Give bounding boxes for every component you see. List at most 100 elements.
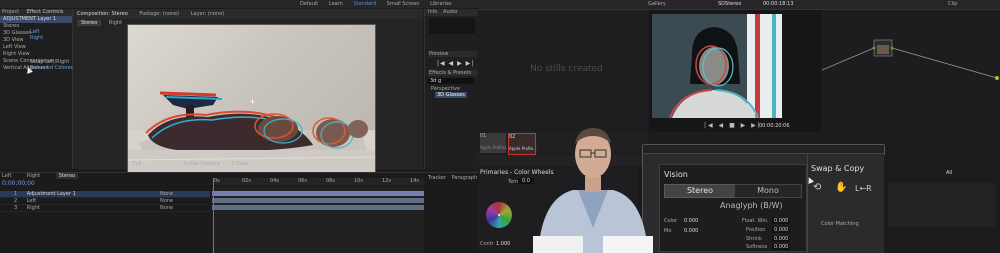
tab-layer[interactable]: Layer: (none) (191, 11, 225, 17)
tab-project[interactable]: Project (2, 9, 19, 15)
zoom-mode[interactable]: Clip (948, 1, 957, 7)
lower-label: Mo (664, 228, 672, 234)
effect-value[interactable]: Right (30, 35, 72, 41)
lower-value[interactable]: 0.000 (684, 228, 698, 234)
tab-info[interactable]: Info (428, 9, 437, 15)
contrast-label: Contr (480, 241, 494, 247)
ruler-tick: 02s (242, 178, 251, 184)
stereo-button[interactable]: Stereo (664, 184, 736, 198)
layer-mode[interactable]: None (160, 191, 173, 197)
track-bar-left[interactable] (212, 198, 424, 203)
clip-thumbnail[interactable]: 01 Apple ProRes... (480, 133, 510, 153)
resolve-right-column: All (884, 155, 1000, 253)
anaglyph-comp-image[interactable]: + (127, 24, 376, 177)
wheel-handle[interactable] (498, 214, 500, 216)
subtab-stereo[interactable]: Stereo (77, 20, 102, 26)
layer-mode[interactable]: None (160, 198, 173, 204)
tab-paragraph[interactable]: Paragraph (452, 175, 478, 181)
timeline-tabs: Left Right Stereo (2, 173, 79, 179)
vision-label: Vision (664, 170, 688, 179)
layer-row[interactable]: 2 Left None (0, 198, 210, 205)
shrink-label: Shrink (746, 236, 762, 242)
workspace-default[interactable]: Default (300, 1, 318, 7)
output-dropdown[interactable]: Anaglyph (B/W) (720, 201, 783, 210)
playhead[interactable] (213, 178, 214, 253)
project-panel: Project Effect Controls ADJUSTMENT Layer… (0, 9, 84, 169)
layer-list: 1 Adjustment Layer 1 None 2 Left None 3 … (0, 191, 210, 212)
copy-icon[interactable]: ✋ (835, 182, 847, 193)
composition-viewer: Composition: Stereo Footage: (none) Laye… (73, 9, 423, 177)
transport-controls[interactable]: |◀ ◀ ■ ▶ ▶| (704, 122, 762, 129)
vision-section: Vision Stereo Mono Anaglyph (B/W) Color … (659, 164, 807, 252)
zoom-dropdown[interactable]: Full (133, 161, 142, 167)
color-matching-label: Color Matching (821, 221, 859, 227)
time-ruler[interactable]: 0s 02s 04s 06s 08s 10s 12s 14s (212, 178, 424, 185)
layer-name: Adjustment Layer 1 (26, 191, 76, 197)
layer-number: 3 (14, 205, 18, 211)
views-dropdown[interactable]: 1 View (231, 161, 248, 167)
position-label: Position (746, 227, 766, 233)
tab-preview[interactable]: Preview (428, 51, 477, 57)
tab-footage[interactable]: Footage: (none) (139, 11, 179, 17)
swap-copy-label: Swap & Copy (811, 164, 865, 173)
timeline-tab-left[interactable]: Left (2, 173, 11, 179)
effects-search-input[interactable]: 3d g (428, 78, 474, 84)
float-value[interactable]: 0.000 (772, 218, 791, 224)
tab-tracker[interactable]: Tracker (428, 175, 446, 181)
left-from-right-button[interactable]: L←R (855, 184, 872, 193)
track-bar-adjustment[interactable] (212, 191, 424, 196)
layer-row[interactable]: 1 Adjustment Layer 1 None (0, 191, 210, 198)
anaglyph-portrait (652, 14, 782, 118)
swap-icon[interactable]: ⟲ (813, 182, 821, 193)
contrast-value[interactable]: 1.000 (496, 241, 510, 247)
layer-mode[interactable]: None (160, 205, 173, 211)
resolve-topbar: Gallery SDStereo 00:00:18:13 Clip (478, 0, 1000, 10)
workspace-standard[interactable]: Standard (353, 1, 376, 7)
workspace-small-screen[interactable]: Small Screen (387, 1, 420, 7)
tab-effects-presets[interactable]: Effects & Presets (428, 70, 477, 76)
clip-name: SDStereo (718, 1, 742, 7)
workspace-libraries[interactable]: Libraries (430, 1, 452, 7)
timeline-tab-right[interactable]: Right (27, 173, 40, 179)
timeline-panel: Left Right Stereo 0;00;00;00 1 Adjustmen… (0, 172, 478, 253)
camera-dropdown[interactable]: Active Camera (183, 161, 220, 167)
resolve-viewer: |◀ ◀ ■ ▶ ▶| 00:00:20:06 (649, 10, 821, 132)
lower-value[interactable]: 0.000 (684, 218, 698, 224)
playback-controls[interactable]: |◀ ◀ ▶ ▶| (437, 60, 474, 67)
tab-composition[interactable]: Composition: Stereo (77, 11, 128, 17)
mono-button[interactable]: Mono (734, 184, 802, 198)
anaglyph-video-frame[interactable] (652, 14, 782, 118)
track-bar-right[interactable] (212, 205, 424, 210)
subtab-right[interactable]: Right (109, 20, 122, 26)
workspace-bar: Default Learn Standard Small Screen Libr… (0, 0, 478, 8)
layer-name: Left (26, 198, 37, 204)
tab-effect-controls[interactable]: Effect Controls (27, 9, 64, 15)
resolve-window: Gallery SDStereo 00:00:18:13 Clip No sti… (478, 0, 1000, 253)
gallery-label[interactable]: Gallery (648, 1, 666, 7)
position-value[interactable]: 0.000 (772, 227, 791, 233)
scope-area (888, 183, 996, 227)
clip-number: 01 (480, 133, 487, 139)
timeline-timecode[interactable]: 0;00;00;00 (2, 180, 35, 187)
all-label[interactable]: All (946, 170, 952, 176)
effect-value[interactable]: Balanced Colored R... (30, 65, 84, 71)
tab-audio[interactable]: Audio (443, 9, 457, 15)
project-item[interactable]: ADJUSTMENT Layer 1 (0, 16, 72, 23)
effect-3d-glasses[interactable]: 3D Glasses (435, 92, 467, 98)
presenter-video-overlay (528, 118, 658, 253)
presenter-figure (533, 128, 653, 253)
layer-name: Right (26, 205, 40, 211)
clip-label: Apple ProRes... (480, 145, 510, 150)
palette-divider (807, 153, 808, 253)
ruler-tick: 06s (298, 178, 307, 184)
workspace-learn[interactable]: Learn (329, 1, 343, 7)
ruler-tick: 12s (382, 178, 391, 184)
shrink-value[interactable]: 0.000 (772, 236, 791, 242)
palette-header (643, 145, 884, 154)
timeline-tab-stereo[interactable]: Stereo (55, 173, 79, 179)
layer-row[interactable]: 3 Right None (0, 205, 210, 212)
effect-values: Left Right Swap Left/Right Balanced Colo… (30, 29, 84, 71)
viewer-timecode: 00:00:20:06 (759, 123, 790, 129)
softness-value[interactable]: 0.000 (772, 244, 791, 250)
after-effects-window: Default Learn Standard Small Screen Libr… (0, 0, 478, 253)
